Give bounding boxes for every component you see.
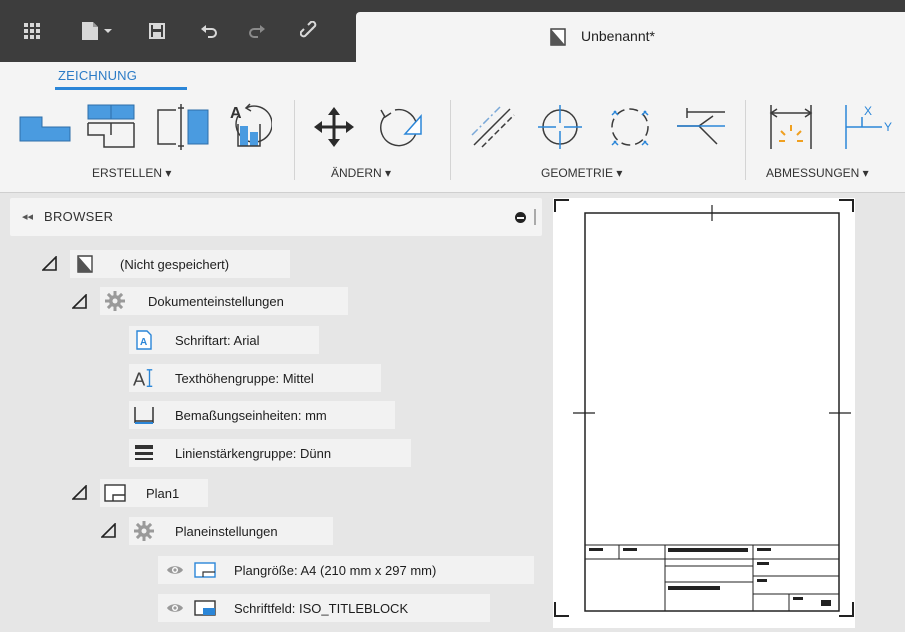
line-weight-icon: [133, 442, 155, 464]
tree-node-sheet-settings[interactable]: Planeinstellungen: [129, 517, 333, 545]
drawing-document-icon: [550, 28, 566, 46]
file-menu-button[interactable]: [74, 18, 120, 44]
tree-node-label: Dokumenteinstellungen: [148, 293, 284, 309]
gear-icon: [133, 520, 155, 542]
centerline-icon[interactable]: [468, 102, 518, 152]
active-tab-indicator: [55, 87, 187, 90]
dimension-icon[interactable]: [764, 102, 818, 152]
tree-node-font[interactable]: A Schriftart: Arial: [129, 326, 319, 354]
detail-view-icon[interactable]: A: [224, 102, 272, 152]
text-height-icon: A: [133, 367, 155, 389]
tree-node-root[interactable]: (Nicht gespeichert): [70, 250, 290, 278]
tree-node-text-height[interactable]: A Texthöhengruppe: Mittel: [129, 364, 381, 392]
drawing-sheet[interactable]: [553, 198, 855, 628]
tree-node-title-block[interactable]: Schriftfeld: ISO_TITLEBLOCK: [158, 594, 490, 622]
group-divider: [745, 100, 746, 180]
ordinate-dimension-icon[interactable]: X Y: [840, 102, 896, 152]
sheet-icon: [104, 482, 126, 504]
link-icon[interactable]: [296, 18, 324, 44]
file-icon: [82, 22, 112, 40]
tree-node-label: Bemaßungseinheiten: mm: [175, 407, 327, 423]
move-icon[interactable]: [312, 102, 356, 152]
collapse-panel-icon[interactable]: ◂◂: [22, 210, 33, 223]
expand-toggle-sheet[interactable]: [72, 485, 88, 501]
document-title: Unbenannt*: [581, 28, 655, 44]
tree-node-label: Linienstärkengruppe: Dünn: [175, 445, 332, 461]
drawing-document-icon: [74, 253, 96, 275]
tree-node-document-settings[interactable]: Dokumenteinstellungen: [100, 287, 348, 315]
gear-icon: [104, 290, 126, 312]
svg-text:A: A: [140, 337, 147, 348]
base-view-icon[interactable]: [18, 102, 72, 152]
save-icon[interactable]: [144, 18, 170, 44]
document-tab[interactable]: Unbenannt*: [356, 12, 905, 62]
dimension-units-icon: [133, 404, 155, 426]
font-icon: A: [133, 329, 155, 351]
group-erstellen[interactable]: ERSTELLEN ▾: [92, 166, 171, 180]
center-pattern-icon[interactable]: [604, 102, 656, 152]
tree-node-sheet-size[interactable]: Plangröße: A4 (210 mm x 297 mm): [158, 556, 534, 584]
tree-node-dimension-units[interactable]: Bemaßungseinheiten: mm: [129, 401, 395, 429]
tree-node-label: Planeinstellungen: [175, 523, 278, 539]
tree-node-label: (Nicht gespeichert): [120, 256, 230, 272]
edge-extension-icon[interactable]: [674, 102, 728, 152]
hide-browser-button[interactable]: [515, 212, 526, 223]
visibility-eye-icon[interactable]: [164, 597, 186, 619]
center-mark-icon[interactable]: [534, 102, 586, 152]
browser-title: BROWSER: [44, 209, 114, 224]
expand-toggle-root[interactable]: [42, 256, 58, 272]
tree-node-label: Schriftart: Arial: [175, 332, 260, 348]
tree-node-line-weight[interactable]: Linienstärkengruppe: Dünn: [129, 439, 411, 467]
sheet-border-graphic: [554, 199, 854, 617]
redo-icon[interactable]: [244, 18, 270, 44]
undo-icon[interactable]: [196, 18, 222, 44]
tree-node-label: Texthöhengruppe: Mittel: [175, 370, 314, 386]
group-divider: [450, 100, 451, 180]
svg-text:A: A: [133, 368, 146, 389]
ribbon: ZEICHNUNG A ERSTELLEN ▾ ÄNDERN ▾ GEOMETR…: [0, 62, 905, 193]
title-block-icon: [194, 597, 216, 619]
panel-resize-grip[interactable]: [534, 209, 536, 225]
group-aendern[interactable]: ÄNDERN ▾: [331, 166, 391, 180]
browser-header: ◂◂ BROWSER: [10, 198, 542, 236]
expand-toggle-document-settings[interactable]: [72, 294, 88, 310]
tree-node-label: Plangröße: A4 (210 mm x 297 mm): [234, 562, 437, 578]
apps-grid-icon[interactable]: [20, 18, 44, 44]
rotate-icon[interactable]: [370, 102, 428, 152]
visibility-eye-icon[interactable]: [164, 559, 186, 581]
tree-node-sheet[interactable]: Plan1: [100, 479, 208, 507]
expand-toggle-sheet-settings[interactable]: [101, 523, 117, 539]
tree-node-label: Schriftfeld: ISO_TITLEBLOCK: [234, 600, 409, 616]
svg-text:Y: Y: [884, 120, 892, 134]
svg-text:X: X: [864, 104, 872, 118]
tree-node-label: Plan1: [146, 485, 180, 501]
projected-view-icon[interactable]: [84, 102, 140, 152]
tab-zeichnung[interactable]: ZEICHNUNG: [58, 68, 137, 83]
group-divider: [294, 100, 295, 180]
section-view-icon[interactable]: [154, 102, 212, 152]
sheet-size-icon: [194, 559, 216, 581]
group-geometrie[interactable]: GEOMETRIE ▾: [541, 166, 622, 180]
group-abmessungen[interactable]: ABMESSUNGEN ▾: [766, 166, 869, 180]
application-bar: Unbenannt*: [0, 0, 905, 62]
